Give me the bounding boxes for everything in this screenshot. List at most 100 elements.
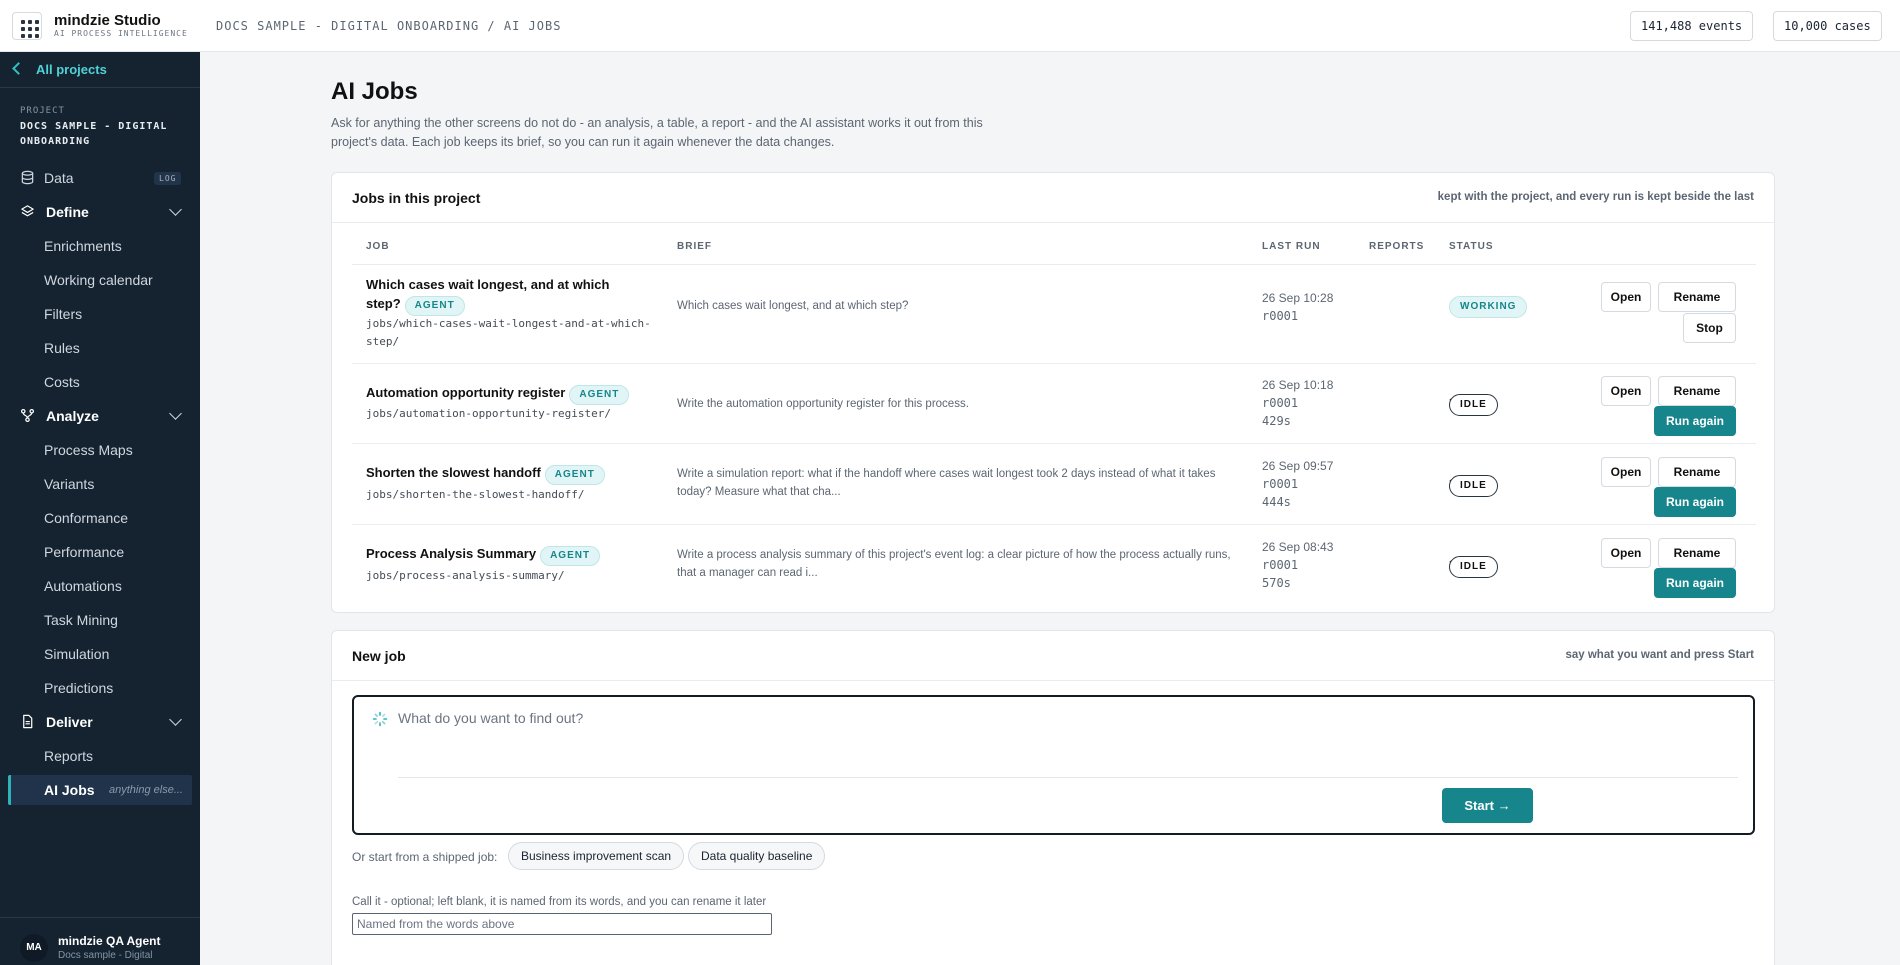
sidebar-item-hint: anything else... [109, 784, 183, 796]
run-date: 26 Sep 08:43 [1262, 540, 1334, 554]
run-id: r0001 [1262, 396, 1299, 410]
job-name[interactable]: Automation opportunity register AGENT [366, 383, 666, 405]
job-brief: Write a simulation report: what if the h… [677, 468, 1216, 498]
status-badge: IDLE [1449, 475, 1498, 497]
start-button[interactable]: Start → [1442, 788, 1533, 823]
sidebar-item-costs[interactable]: Costs [0, 367, 200, 397]
sidebar-item-label: AI Jobs [44, 782, 95, 798]
top-bar: mindzie Studio AI PROCESS INTELLIGENCE D… [0, 0, 1900, 52]
sidebar-item-reports[interactable]: Reports [0, 741, 200, 771]
run-duration: 570s [1262, 576, 1291, 590]
job-path: jobs/shorten-the-slowest-handoff/ [366, 488, 585, 501]
status-badge: IDLE [1449, 556, 1498, 578]
new-job-title: New job [352, 648, 406, 664]
apps-grid-icon[interactable] [12, 12, 42, 40]
sidebar-item-working-calendar[interactable]: Working calendar [0, 265, 200, 295]
chevron-left-icon [12, 62, 25, 75]
chip-business-improvement-scan[interactable]: Business improvement scan [508, 842, 685, 870]
events-count-badge: 141,488 events [1630, 11, 1754, 41]
sidebar-item-label: Filters [44, 306, 83, 322]
chevron-down-icon [169, 713, 182, 726]
column-header-status: STATUS [1449, 241, 1494, 252]
avatar: MA [20, 934, 48, 962]
project-label: PROJECT [20, 106, 65, 116]
sidebar-item-label: Costs [44, 374, 80, 390]
job-name[interactable]: Which cases wait longest, and at which s… [366, 275, 626, 316]
sidebar-item-enrichments[interactable]: Enrichments [0, 231, 200, 261]
log-badge: LOG [154, 172, 182, 185]
sidebar-item-predictions[interactable]: Predictions [0, 673, 200, 703]
rename-button[interactable]: Rename [1658, 538, 1736, 568]
sidebar: All projects PROJECT DOCS SAMPLE - DIGIT… [0, 52, 200, 965]
open-button[interactable]: Open [1601, 538, 1651, 568]
sidebar-item-task-mining[interactable]: Task Mining [0, 605, 200, 635]
jobs-card-title: Jobs in this project [352, 190, 481, 206]
job-last-run: 26 Sep 10:18 r0001 429s [1262, 376, 1333, 430]
jobs-card: Jobs in this project kept with the proje… [331, 172, 1775, 613]
sidebar-item-process-maps[interactable]: Process Maps [0, 435, 200, 465]
sidebar-item-filters[interactable]: Filters [0, 299, 200, 329]
sidebar-item-label: Enrichments [44, 238, 122, 254]
sidebar-item-conformance[interactable]: Conformance [0, 503, 200, 533]
open-button[interactable]: Open [1601, 457, 1651, 487]
open-button[interactable]: Open [1601, 282, 1651, 312]
job-name-text: Shorten the slowest handoff [366, 465, 541, 480]
open-button[interactable]: Open [1601, 376, 1651, 406]
job-name[interactable]: Shorten the slowest handoff AGENT [366, 463, 666, 485]
sidebar-item-rules[interactable]: Rules [0, 333, 200, 363]
page-title: AI Jobs [331, 78, 418, 105]
job-name-text: Which cases wait longest, and at which s… [366, 277, 610, 311]
sidebar-item-ai-jobs[interactable]: AI Jobs anything else... [8, 775, 192, 805]
chip-data-quality-baseline[interactable]: Data quality baseline [688, 842, 826, 870]
spinner-icon [372, 711, 388, 727]
run-again-button[interactable]: Run again [1654, 568, 1736, 598]
run-again-button[interactable]: Run again [1654, 406, 1736, 436]
table-row: Automation opportunity register AGENT job… [352, 364, 1756, 444]
prompt-divider [398, 777, 1738, 778]
sidebar-item-label: Process Maps [44, 442, 133, 458]
user-profile[interactable]: MA mindzie QA Agent Docs sample - Digita… [0, 917, 200, 965]
sidebar-item-label: Working calendar [44, 272, 153, 288]
job-path: jobs/automation-opportunity-register/ [366, 407, 612, 420]
agent-badge: AGENT [540, 546, 601, 566]
new-job-header: New job say what you want and press Star… [332, 631, 1774, 681]
rename-button[interactable]: Rename [1658, 457, 1736, 487]
prompt-input[interactable] [398, 705, 1738, 731]
table-row: Which cases wait longest, and at which s… [352, 265, 1756, 365]
sidebar-item-automations[interactable]: Automations [0, 571, 200, 601]
run-duration: 429s [1262, 414, 1291, 428]
sidebar-item-label: Automations [44, 578, 122, 594]
job-brief: Which cases wait longest, and at which s… [677, 300, 909, 312]
sidebar-item-label: Conformance [44, 510, 129, 526]
sidebar-section-label: Deliver [46, 714, 93, 730]
job-name-input[interactable] [352, 913, 772, 935]
rename-button[interactable]: Rename [1658, 376, 1736, 406]
new-job-note: say what you want and press Start [1565, 649, 1754, 661]
rename-button[interactable]: Rename [1658, 282, 1736, 312]
run-again-button[interactable]: Run again [1654, 487, 1736, 517]
run-duration: 444s [1262, 495, 1291, 509]
cases-count-badge: 10,000 cases [1773, 11, 1882, 41]
agent-badge: AGENT [569, 385, 630, 405]
breadcrumb: DOCS SAMPLE - DIGITAL ONBOARDING / AI JO… [216, 19, 562, 33]
table-row: Process Analysis Summary AGENT jobs/proce… [352, 525, 1756, 605]
sidebar-item-label: Performance [44, 544, 125, 560]
sidebar-section-define[interactable]: Define [0, 197, 200, 227]
new-job-card: New job say what you want and press Star… [331, 630, 1775, 965]
sidebar-item-data[interactable]: Data LOG [0, 163, 200, 193]
sidebar-section-deliver[interactable]: Deliver [0, 707, 200, 737]
sidebar-item-performance[interactable]: Performance [0, 537, 200, 567]
sidebar-item-simulation[interactable]: Simulation [0, 639, 200, 669]
run-date: 26 Sep 10:28 [1262, 291, 1334, 305]
job-name[interactable]: Process Analysis Summary AGENT [366, 544, 666, 566]
sidebar-item-variants[interactable]: Variants [0, 469, 200, 499]
all-projects-link[interactable]: All projects [0, 52, 200, 88]
status-badge: IDLE [1449, 394, 1498, 416]
brand-name: mindzie Studio [54, 12, 161, 29]
sidebar-section-analyze[interactable]: Analyze [0, 401, 200, 431]
column-header-job: JOB [366, 241, 390, 252]
sidebar-item-label: Predictions [44, 680, 114, 696]
stop-button[interactable]: Stop [1683, 313, 1736, 343]
jobs-card-header: Jobs in this project kept with the proje… [332, 173, 1774, 223]
project-name: DOCS SAMPLE - DIGITAL ONBOARDING [20, 121, 168, 147]
